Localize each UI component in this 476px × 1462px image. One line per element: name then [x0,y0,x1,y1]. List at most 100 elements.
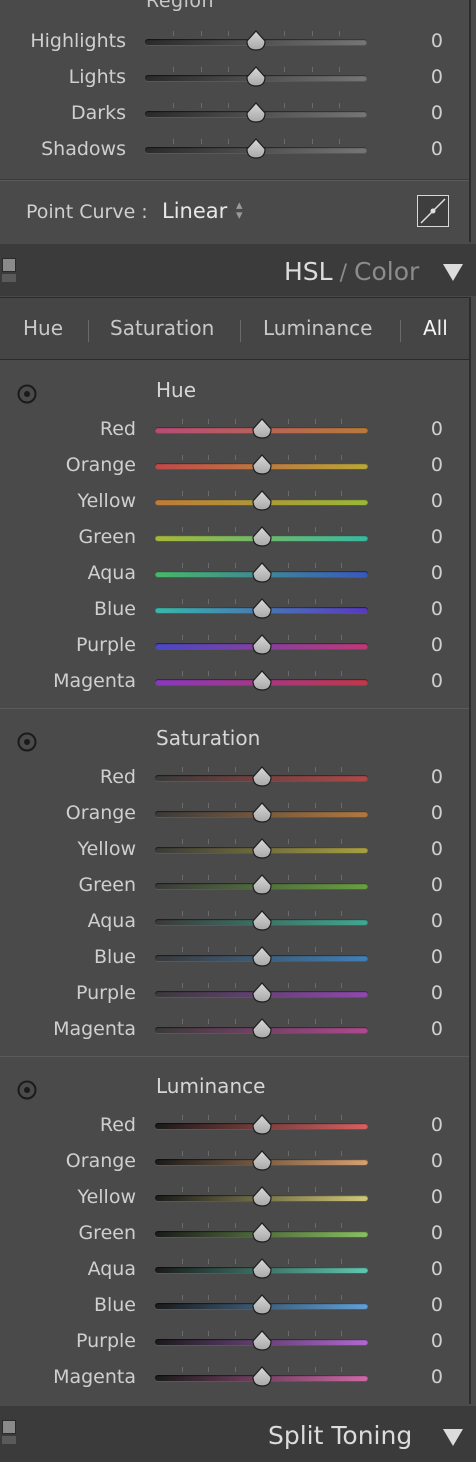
tone-slider-lights-label: Lights [68,66,126,88]
saturation-slider-magenta-value[interactable]: 0 [413,1018,443,1040]
luminance-slider-yellow-thumb[interactable] [251,1186,273,1208]
saturation-slider-green-value[interactable]: 0 [413,874,443,896]
target-adjustment-icon[interactable] [17,384,37,404]
tone-slider-lights-thumb[interactable] [245,66,267,88]
luminance-slider-magenta-value[interactable]: 0 [413,1366,443,1388]
tone-slider-highlights-label: Highlights [30,30,126,52]
edit-point-curve-icon[interactable] [417,195,449,227]
hue-slider-yellow-value[interactable]: 0 [413,490,443,512]
saturation-slider-blue-value[interactable]: 0 [413,946,443,968]
collapse-triangle-icon[interactable] [443,264,463,281]
tone-slider-highlights-thumb[interactable] [245,30,267,52]
luminance-slider-purple-label: Purple [75,1330,136,1352]
saturation-slider-aqua-thumb[interactable] [251,910,273,932]
point-curve-label: Point Curve : [26,201,148,223]
hue-slider-blue-thumb[interactable] [251,598,273,620]
hue-slider-green-thumb[interactable] [251,526,273,548]
luminance-slider-red-thumb[interactable] [251,1114,273,1136]
saturation-slider-green-label: Green [78,874,136,896]
hue-slider-red-thumb[interactable] [251,418,273,440]
hue-slider-aqua-label: Aqua [87,562,136,584]
hue-slider-purple-label: Purple [75,634,136,656]
hue-slider-purple-thumb[interactable] [251,634,273,656]
tone-slider-shadows-label: Shadows [41,138,126,160]
tone-slider-lights-value[interactable]: 0 [413,66,443,88]
luminance-slider-aqua-value[interactable]: 0 [413,1258,443,1280]
hue-slider-red-value[interactable]: 0 [413,418,443,440]
hue-slider-orange-label: Orange [65,454,136,476]
tone-slider-darks-label: Darks [71,102,126,124]
panel-title-hsl[interactable]: HSL [284,257,333,286]
luminance-slider-green-value[interactable]: 0 [413,1222,443,1244]
tab-saturation[interactable]: Saturation [110,316,214,340]
saturation-slider-aqua-label: Aqua [87,910,136,932]
luminance-slider-blue-thumb[interactable] [251,1294,273,1316]
tab-luminance[interactable]: Luminance [263,316,372,340]
luminance-slider-aqua-thumb[interactable] [251,1258,273,1280]
saturation-slider-red-value[interactable]: 0 [413,766,443,788]
luminance-slider-magenta-label: Magenta [53,1366,136,1388]
target-adjustment-icon[interactable] [17,1080,37,1100]
saturation-slider-yellow-thumb[interactable] [251,838,273,860]
tab-hue[interactable]: Hue [23,316,63,340]
up-down-arrows-icon[interactable]: ▴ ▾ [236,199,243,222]
luminance-slider-purple-value[interactable]: 0 [413,1330,443,1352]
luminance-slider-yellow-value[interactable]: 0 [413,1186,443,1208]
luminance-slider-orange-value[interactable]: 0 [413,1150,443,1172]
hue-slider-blue-value[interactable]: 0 [413,598,443,620]
tone-slider-shadows-value[interactable]: 0 [413,138,443,160]
saturation-slider-yellow-value[interactable]: 0 [413,838,443,860]
panel-enable-switch[interactable] [2,258,16,272]
section-title-saturation: Saturation [156,726,261,750]
saturation-slider-yellow-label: Yellow [77,838,137,860]
luminance-slider-blue-value[interactable]: 0 [413,1294,443,1316]
target-adjustment-icon[interactable] [17,732,37,752]
saturation-slider-green-thumb[interactable] [251,874,273,896]
luminance-slider-blue-label: Blue [93,1294,136,1316]
luminance-slider-aqua-label: Aqua [87,1258,136,1280]
section-title-hue: Hue [156,378,197,402]
luminance-slider-magenta-thumb[interactable] [251,1366,273,1388]
hue-slider-purple-value[interactable]: 0 [413,634,443,656]
saturation-slider-aqua-value[interactable]: 0 [413,910,443,932]
hue-slider-yellow-label: Yellow [77,490,137,512]
collapse-triangle-icon[interactable] [443,1429,463,1446]
hue-slider-yellow-thumb[interactable] [251,490,273,512]
saturation-slider-orange-thumb[interactable] [251,802,273,824]
saturation-slider-magenta-thumb[interactable] [251,1018,273,1040]
saturation-slider-orange-label: Orange [65,802,136,824]
section-title-luminance: Luminance [156,1074,266,1098]
panel-enable-switch[interactable] [2,1420,16,1434]
saturation-slider-orange-value[interactable]: 0 [413,802,443,824]
tone-slider-shadows-thumb[interactable] [245,138,267,160]
luminance-slider-green-thumb[interactable] [251,1222,273,1244]
tone-slider-darks-thumb[interactable] [245,102,267,124]
split-toning-header[interactable]: Split Toning [0,1406,476,1462]
saturation-slider-blue-thumb[interactable] [251,946,273,968]
tab-all[interactable]: All [423,316,448,340]
saturation-slider-red-thumb[interactable] [251,766,273,788]
hue-slider-orange-thumb[interactable] [251,454,273,476]
luminance-slider-purple-thumb[interactable] [251,1330,273,1352]
hue-slider-green-value[interactable]: 0 [413,526,443,548]
hsl-color-header[interactable]: HSL / Color [0,244,476,296]
hue-slider-aqua-value[interactable]: 0 [413,562,443,584]
luminance-slider-red-label: Red [99,1114,136,1136]
hue-slider-blue-label: Blue [93,598,136,620]
hue-slider-magenta-value[interactable]: 0 [413,670,443,692]
tone-slider-highlights-value[interactable]: 0 [413,30,443,52]
luminance-slider-orange-thumb[interactable] [251,1150,273,1172]
luminance-slider-red-value[interactable]: 0 [413,1114,443,1136]
hue-slider-orange-value[interactable]: 0 [413,454,443,476]
luminance-slider-yellow-label: Yellow [77,1186,137,1208]
luminance-slider-green-label: Green [78,1222,136,1244]
saturation-slider-purple-value[interactable]: 0 [413,982,443,1004]
hue-slider-magenta-label: Magenta [53,670,136,692]
point-curve-select[interactable]: Linear [162,199,227,223]
saturation-slider-purple-thumb[interactable] [251,982,273,1004]
saturation-slider-blue-label: Blue [93,946,136,968]
hue-slider-magenta-thumb[interactable] [251,670,273,692]
hue-slider-aqua-thumb[interactable] [251,562,273,584]
tone-slider-darks-value[interactable]: 0 [413,102,443,124]
panel-title-color[interactable]: Color [354,257,419,286]
